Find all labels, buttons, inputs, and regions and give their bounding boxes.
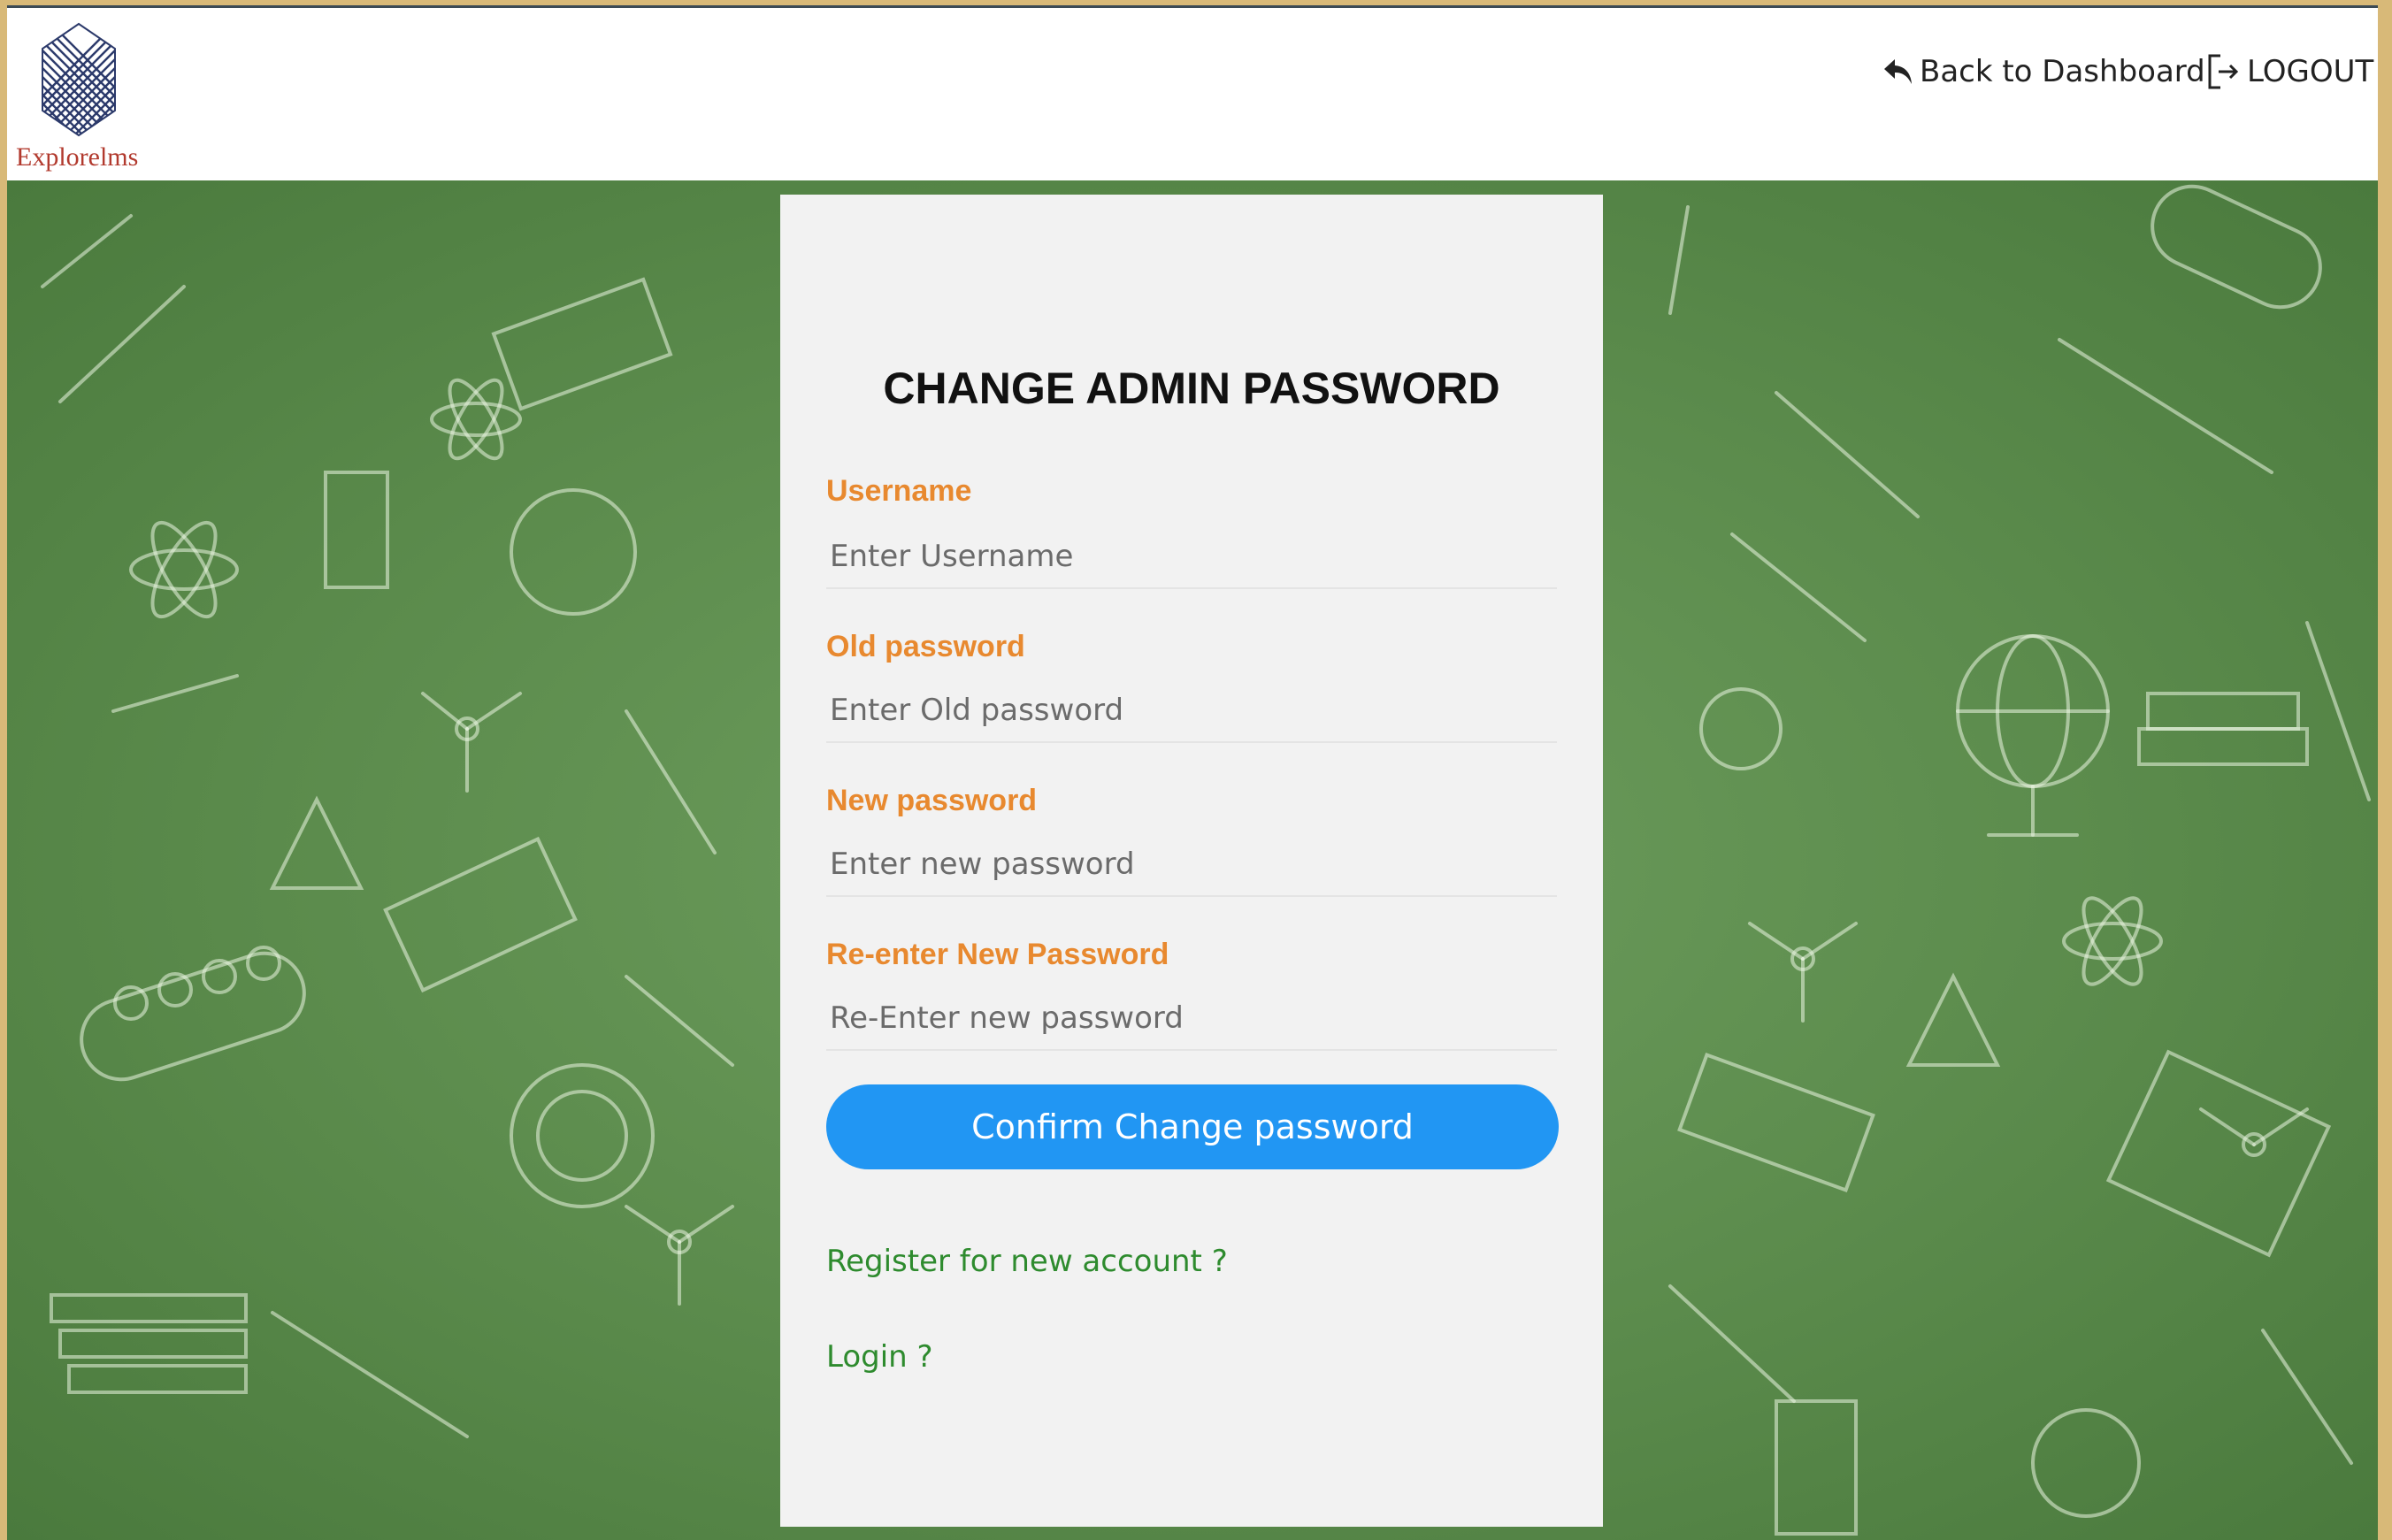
logout-link[interactable]: LOGOUT	[2206, 45, 2373, 98]
new-password-label: New password	[826, 784, 1038, 817]
browser-viewport: Explorelms Back to Dashboard LOGOUT CHAN…	[7, 5, 2378, 1540]
reenter-password-label: Re-enter New Password	[826, 938, 1169, 971]
confirm-change-password-button[interactable]: Confirm Change password	[826, 1084, 1559, 1169]
login-link[interactable]: Login ?	[826, 1339, 933, 1375]
back-to-dashboard-link[interactable]: Back to Dashboard	[1882, 45, 2205, 98]
old-password-label: Old password	[826, 630, 1025, 663]
register-link[interactable]: Register for new account ?	[826, 1244, 1228, 1279]
logout-label: LOGOUT	[2247, 54, 2374, 89]
change-password-card: CHANGE ADMIN PASSWORD Username Old passw…	[780, 195, 1603, 1527]
brand-logo[interactable]: Explorelms	[12, 17, 145, 176]
form-title: CHANGE ADMIN PASSWORD	[883, 364, 1500, 413]
logo-text: Explorelms	[16, 142, 139, 172]
reply-arrow-icon	[1884, 59, 1912, 84]
reenter-password-input[interactable]	[826, 987, 1557, 1051]
logout-icon	[2208, 54, 2239, 89]
logo-lattice-icon	[42, 22, 116, 137]
screenshot-frame: Explorelms Back to Dashboard LOGOUT CHAN…	[0, 0, 2392, 1540]
username-input[interactable]	[826, 525, 1557, 589]
back-to-dashboard-label: Back to Dashboard	[1920, 54, 2205, 89]
username-label: Username	[826, 474, 972, 508]
new-password-input[interactable]	[826, 833, 1557, 897]
top-navbar: Explorelms Back to Dashboard LOGOUT	[7, 5, 2378, 180]
old-password-input[interactable]	[826, 679, 1557, 743]
